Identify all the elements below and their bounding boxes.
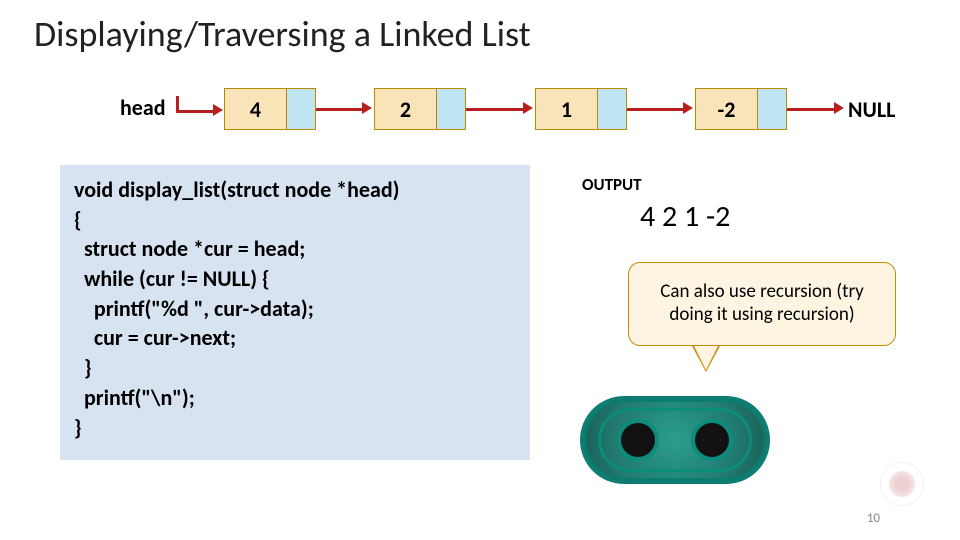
arrow-3null-head — [834, 102, 844, 114]
node-data: -2 — [696, 89, 758, 129]
output-value: 4 2 1 -2 — [640, 198, 730, 235]
slide-number: 10 — [867, 511, 880, 526]
arrow-01 — [316, 108, 364, 111]
arrow-12 — [466, 108, 524, 111]
null-label: NULL — [848, 96, 895, 123]
node-data: 1 — [536, 89, 598, 129]
node-next — [437, 89, 465, 129]
arrow-23 — [627, 108, 685, 111]
institution-logo — [880, 462, 924, 506]
arrow-12-head — [523, 102, 533, 114]
list-node: 2 — [374, 88, 466, 130]
node-data: 4 — [225, 89, 287, 129]
arrow-3null — [787, 108, 835, 111]
slide-title: Displaying/Traversing a Linked List — [34, 12, 531, 56]
node-next — [287, 89, 315, 129]
head-pointer-label: head — [120, 94, 166, 121]
list-node: -2 — [695, 88, 787, 130]
list-node: 4 — [224, 88, 316, 130]
code-block: void display_list(struct node *head) { s… — [60, 165, 530, 460]
node-data: 2 — [375, 89, 437, 129]
callout-tail — [694, 346, 718, 370]
list-node: 1 — [535, 88, 627, 130]
head-arrow-head — [213, 104, 223, 116]
output-label: OUTPUT — [582, 174, 642, 195]
arrow-23-head — [683, 102, 693, 114]
node-next — [598, 89, 626, 129]
cassette-graphic — [582, 398, 768, 482]
node-next — [758, 89, 786, 129]
cassette-eye — [691, 419, 733, 461]
head-arrow-h — [176, 110, 214, 113]
recursion-callout: Can also use recursion (try doing it usi… — [628, 262, 896, 346]
arrow-01-head — [362, 102, 372, 114]
cassette-eye — [617, 419, 659, 461]
